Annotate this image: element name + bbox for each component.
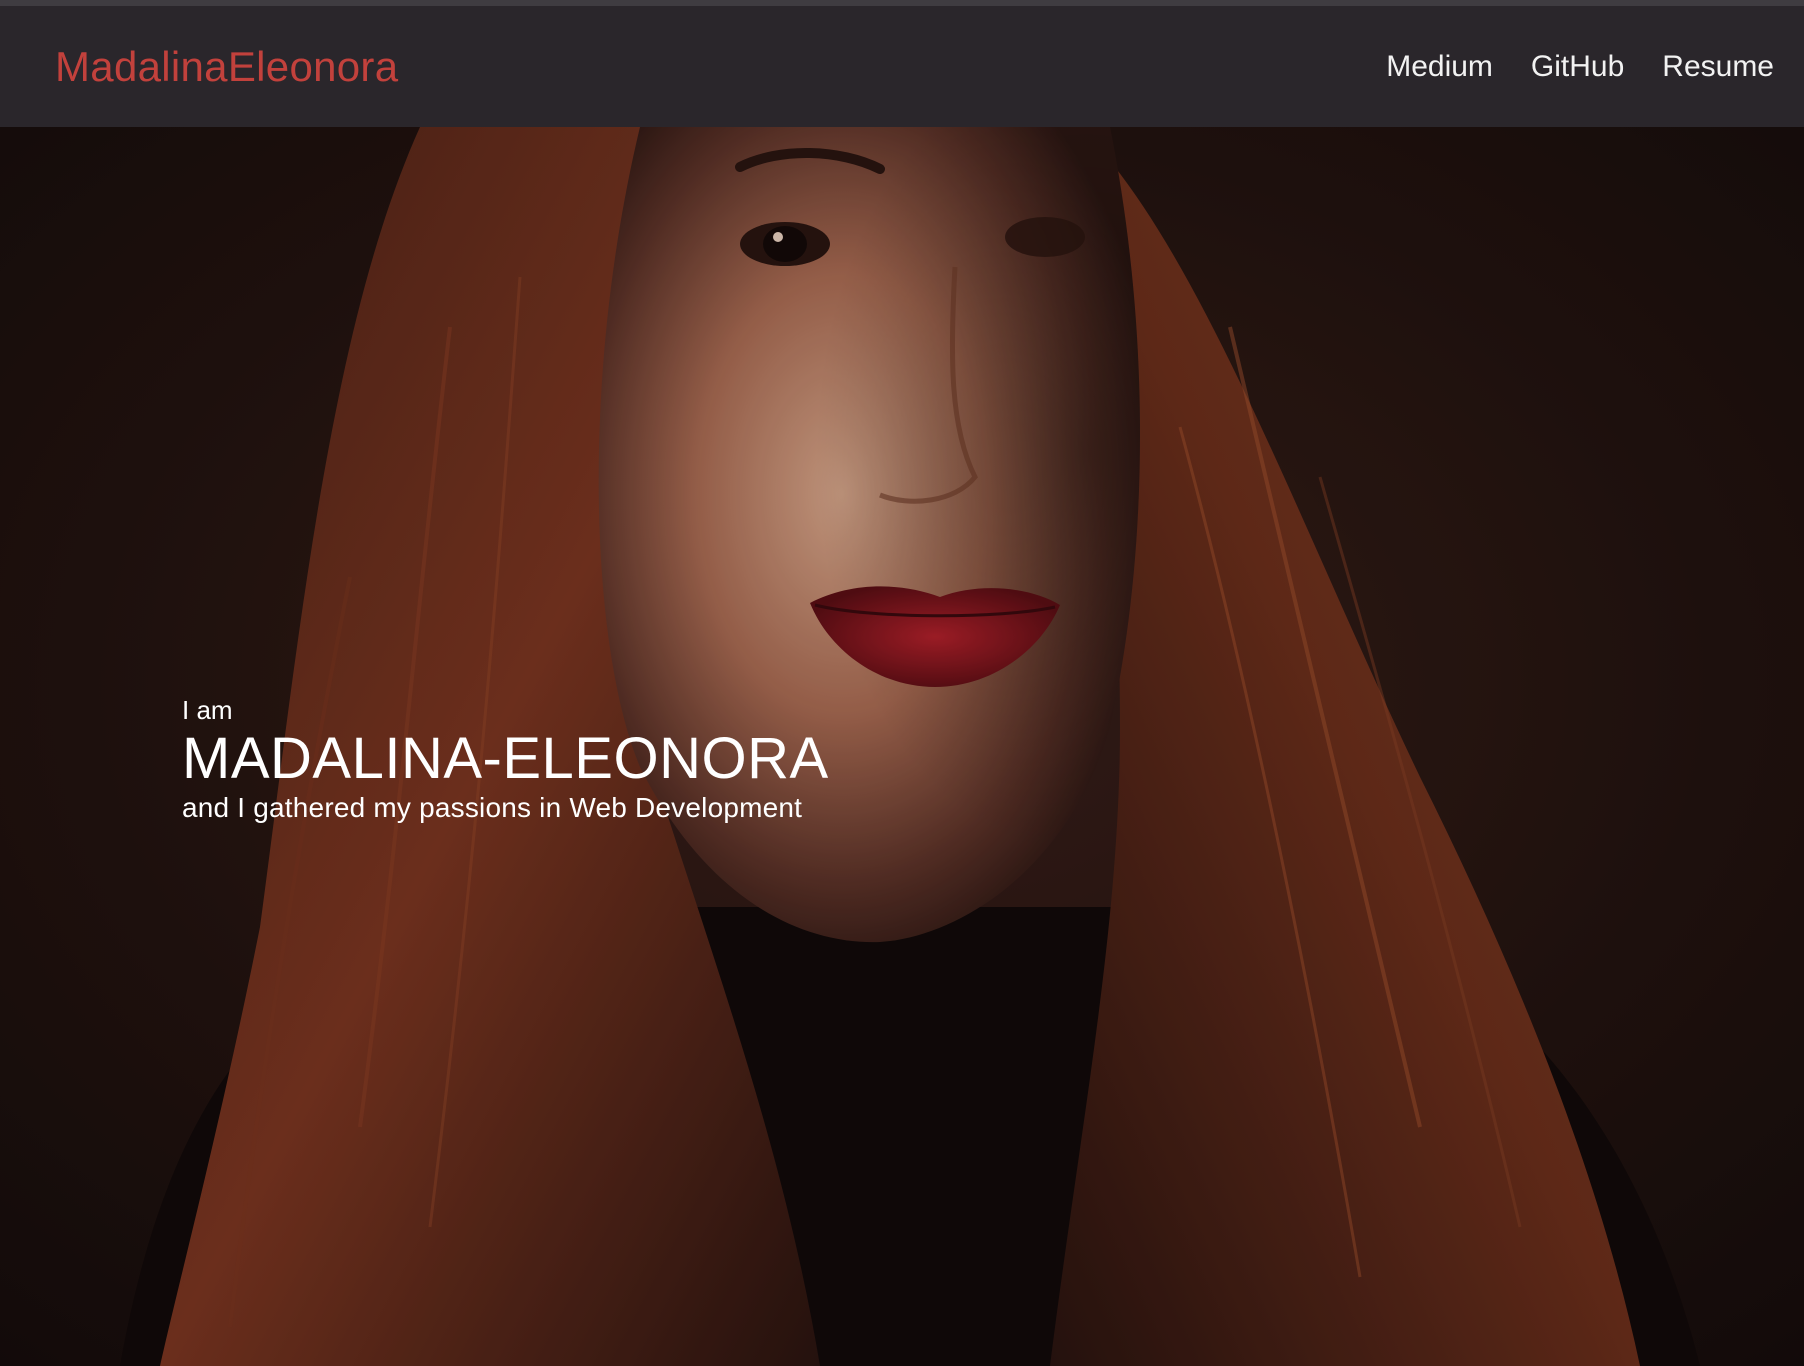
hero-intro-block: I am MADALINA-ELEONORA and I gathered my… [182,695,829,825]
nav-link-github[interactable]: GitHub [1531,50,1624,84]
nav-link-resume[interactable]: Resume [1662,50,1774,84]
hero-section: I am MADALINA-ELEONORA and I gathered my… [0,127,1804,1366]
hero-tagline: and I gathered my passions in Web Develo… [182,792,803,823]
hero-intro-label: I am [182,695,233,725]
top-navbar: MadalinaEleonora Medium GitHub Resume [0,6,1804,127]
brand-logo-link[interactable]: MadalinaEleonora [55,43,398,91]
nav-links: Medium GitHub Resume [1348,50,1774,84]
hero-name-heading: MADALINA-ELEONORA [182,726,829,791]
nav-link-medium[interactable]: Medium [1386,50,1493,84]
